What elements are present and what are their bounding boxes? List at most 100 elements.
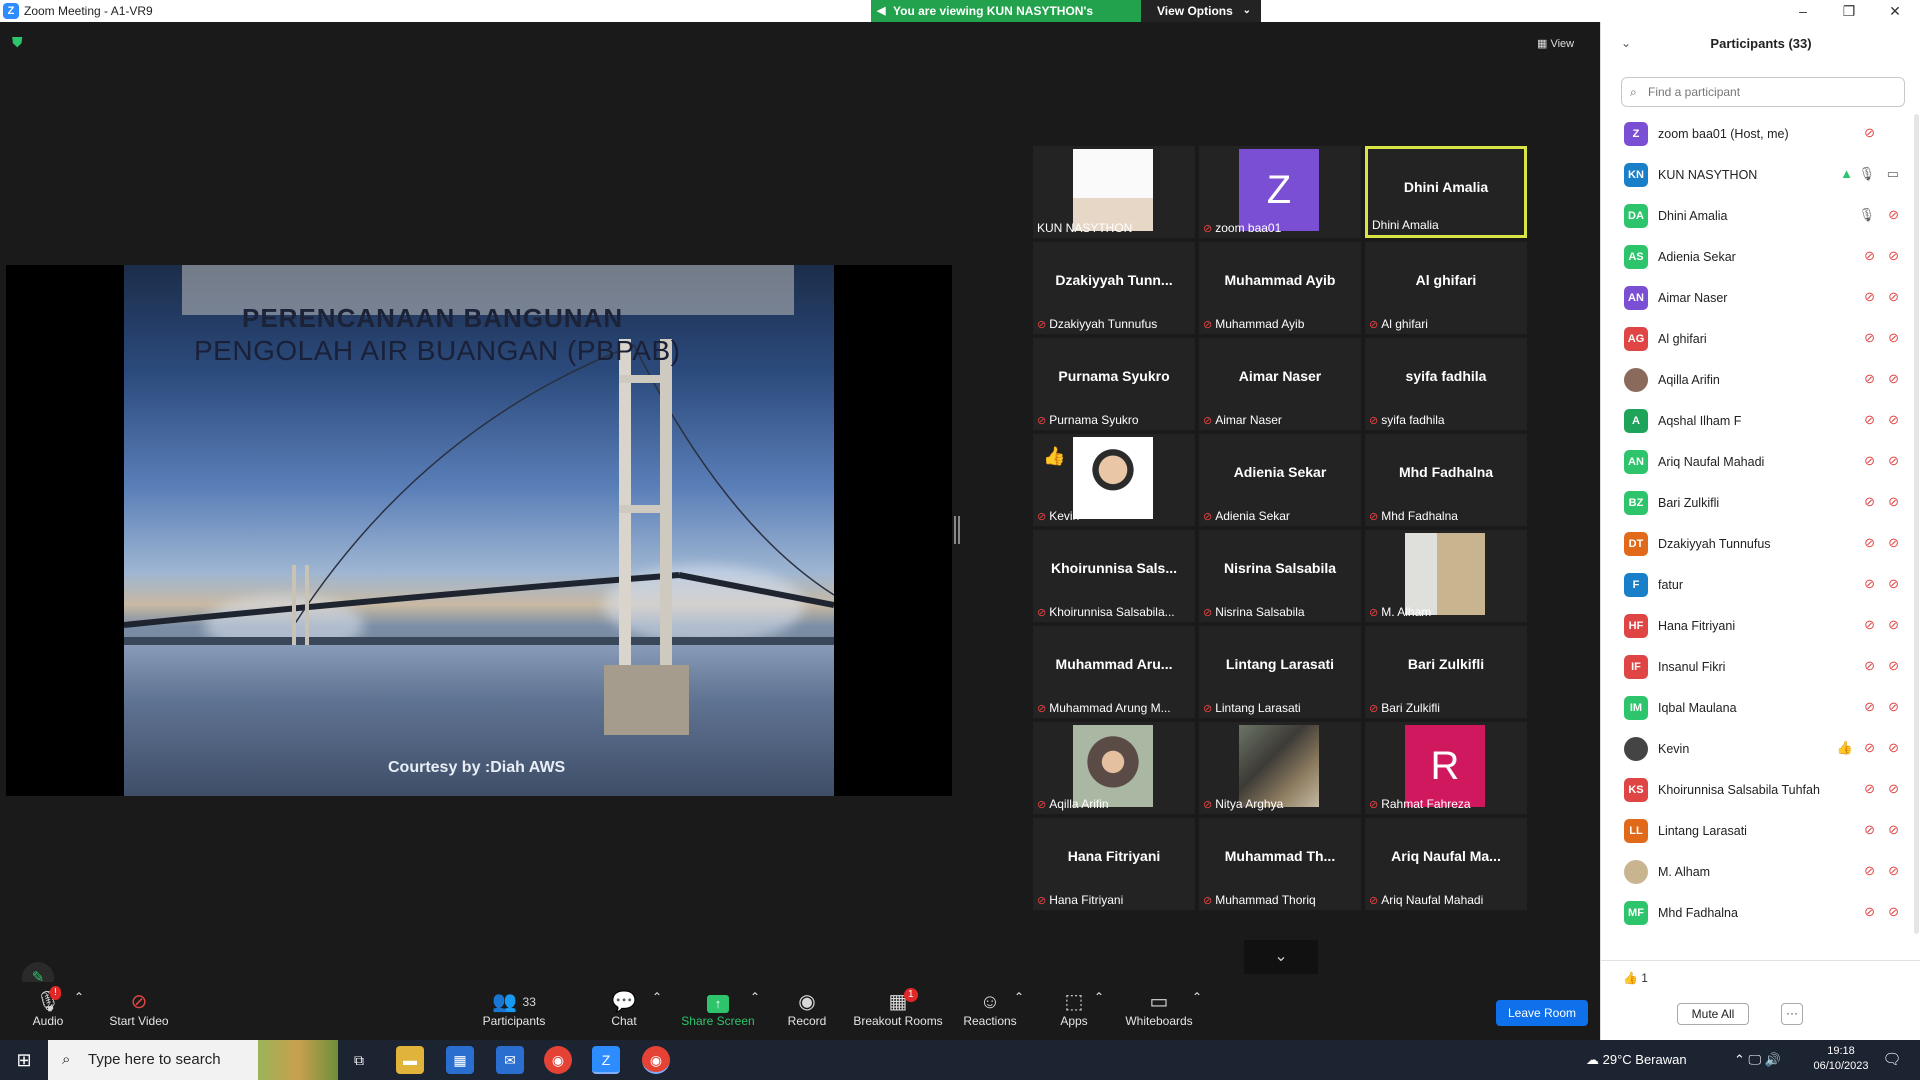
participant-list-item[interactable]: IF Insanul Fikri ⊘ ⊘ <box>1601 647 1920 688</box>
mic-muted-icon[interactable]: ⊘ <box>1864 658 1875 674</box>
view-options-button[interactable]: View Options ⌄ <box>1141 0 1261 22</box>
participant-tile[interactable]: ⊘ M. Alham <box>1365 530 1527 622</box>
participant-tile[interactable]: Muhammad Aru... ⊘ Muhammad Arung M... <box>1033 626 1195 718</box>
mic-muted-icon[interactable]: ⊘ <box>1864 576 1875 592</box>
breakout-rooms-button[interactable]: ▦ 1 Breakout Rooms <box>852 988 944 1028</box>
participant-list-item[interactable]: KN KUN NASYTHON ▲ 🎙 ▭ <box>1601 155 1920 196</box>
participant-tile[interactable]: Hana Fitriyani ⊘ Hana Fitriyani <box>1033 818 1195 910</box>
chat-options-caret[interactable]: ⌃ <box>652 990 662 1004</box>
reactions-button[interactable]: ☺ Reactions <box>960 990 1020 1028</box>
share-screen-button[interactable]: ↑ Share Screen <box>680 990 756 1028</box>
microsoft-store-icon[interactable]: ▦ <box>446 1046 474 1074</box>
participant-list-item[interactable]: Zzoom baa01 (Host, me) ⊘ <box>1601 114 1920 155</box>
video-off-icon[interactable]: ⊘ <box>1888 453 1899 469</box>
participant-tile[interactable]: Z ⊘ zoom baa01 <box>1199 146 1361 238</box>
participant-tile[interactable]: Al ghifari ⊘ Al ghifari <box>1365 242 1527 334</box>
microphone-icon[interactable]: 🎙 <box>1858 166 1875 182</box>
video-off-icon[interactable]: ⊘ <box>1888 822 1899 838</box>
participant-list-item[interactable]: HF Hana Fitriyani ⊘ ⊘ <box>1601 606 1920 647</box>
video-off-icon[interactable]: ⊘ <box>1888 535 1899 551</box>
participant-tile[interactable]: ⊘ Aqilla Arifin <box>1033 722 1195 814</box>
participant-list-item[interactable]: BZ Bari Zulkifli ⊘ ⊘ <box>1601 483 1920 524</box>
participant-tile[interactable]: Lintang Larasati ⊘ Lintang Larasati <box>1199 626 1361 718</box>
mic-muted-icon[interactable]: ⊘ <box>1864 412 1875 428</box>
video-off-icon[interactable]: ⊘ <box>1888 289 1899 305</box>
participant-tile[interactable]: Dzakiyyah Tunn... ⊘ Dzakiyyah Tunnufus <box>1033 242 1195 334</box>
video-off-icon[interactable]: ⊘ <box>1888 248 1899 264</box>
video-off-icon[interactable]: ⊘ <box>1888 781 1899 797</box>
mic-muted-icon[interactable]: ⊘ <box>1864 904 1875 920</box>
video-off-icon[interactable]: ⊘ <box>1888 576 1899 592</box>
participants-button[interactable]: 👥 33 Participants <box>478 990 550 1028</box>
participant-tile[interactable]: Mhd Fadhalna ⊘ Mhd Fadhalna <box>1365 434 1527 526</box>
video-off-icon[interactable]: ⊘ <box>1888 904 1899 920</box>
mic-muted-icon[interactable]: ⊘ <box>1864 863 1875 879</box>
participant-list-item[interactable]: MF Mhd Fadhalna ⊘ ⊘ <box>1601 893 1920 934</box>
more-options-button[interactable]: ··· <box>1781 1003 1803 1025</box>
participant-list-item[interactable]: DT Dzakiyyah Tunnufus ⊘ ⊘ <box>1601 524 1920 565</box>
chrome-profile-icon[interactable]: ◉ <box>642 1046 670 1074</box>
taskbar-search-input[interactable]: ⌕ Type here to search <box>48 1040 338 1080</box>
audio-button[interactable]: 🎙! Audio <box>28 986 68 1028</box>
participant-tile[interactable]: Ariq Naufal Ma... ⊘ Ariq Naufal Mahadi <box>1365 818 1527 910</box>
video-off-icon[interactable]: ⊘ <box>1888 330 1899 346</box>
mute-all-button[interactable]: Mute All <box>1677 1003 1749 1025</box>
zoom-taskbar-icon[interactable]: Z <box>592 1046 620 1074</box>
participant-list-item[interactable]: KS Khoirunnisa Salsabila Tuhfah ⊘ ⊘ <box>1601 770 1920 811</box>
participant-tile[interactable]: ⊘ Nitya Arghya <box>1199 722 1361 814</box>
video-off-icon[interactable]: ⊘ <box>1888 412 1899 428</box>
participant-tile[interactable]: Dhini Amalia Dhini Amalia <box>1365 146 1527 238</box>
microphone-icon[interactable]: 🎙 <box>1858 207 1875 223</box>
mic-muted-icon[interactable]: ⊘ <box>1864 535 1875 551</box>
video-off-icon[interactable]: ⊘ <box>1888 658 1899 674</box>
record-button[interactable]: ◉ Record <box>782 990 832 1028</box>
participant-tile[interactable]: Bari Zulkifli ⊘ Bari Zulkifli <box>1365 626 1527 718</box>
participant-list-item[interactable]: AN Aimar Naser ⊘ ⊘ <box>1601 278 1920 319</box>
start-video-button[interactable]: ⊘ Start Video <box>104 990 174 1028</box>
video-off-icon[interactable]: ⊘ <box>1888 699 1899 715</box>
mic-muted-icon[interactable]: ⊘ <box>1864 494 1875 510</box>
apps-button[interactable]: ⬚ Apps <box>1054 990 1094 1028</box>
minimize-button[interactable]: – <box>1780 0 1826 22</box>
participant-list-scrollbar[interactable] <box>1914 114 1919 934</box>
participant-tile[interactable]: R ⊘ Rahmat Fahreza <box>1365 722 1527 814</box>
participant-list-item[interactable]: Ffatur ⊘ ⊘ <box>1601 565 1920 606</box>
whiteboards-button[interactable]: ▭ Whiteboards <box>1124 990 1194 1028</box>
mic-muted-icon[interactable]: ⊘ <box>1864 822 1875 838</box>
participant-list-item[interactable]: Aqilla Arifin ⊘ ⊘ <box>1601 360 1920 401</box>
participant-list-item[interactable]: DA Dhini Amalia 🎙 ⊘ <box>1601 196 1920 237</box>
mic-muted-icon[interactable]: ⊘ <box>1864 781 1875 797</box>
video-off-icon[interactable]: ⊘ <box>1888 740 1899 756</box>
weather-widget[interactable]: ☁ 29°C Berawan <box>1586 1052 1687 1068</box>
participant-tile[interactable]: Khoirunnisa Sals... ⊘ Khoirunnisa Salsabil… <box>1033 530 1195 622</box>
split-resize-handle[interactable] <box>954 516 960 544</box>
participant-tile[interactable]: Nisrina Salsabila ⊘ Nisrina Salsabila <box>1199 530 1361 622</box>
participant-tile[interactable]: 👍 ⊘ Kevin <box>1033 434 1195 526</box>
participant-tile[interactable]: Aimar Naser ⊘ Aimar Naser <box>1199 338 1361 430</box>
participant-list-item[interactable]: A Aqshal Ilham F ⊘ ⊘ <box>1601 401 1920 442</box>
windows-start-icon[interactable]: ⊞ <box>0 1040 48 1080</box>
video-off-icon[interactable]: ⊘ <box>1888 371 1899 387</box>
security-shield-icon[interactable]: ⛊ <box>12 34 28 50</box>
participant-tile[interactable]: syifa fadhila ⊘ syifa fadhila <box>1365 338 1527 430</box>
whiteboards-options-caret[interactable]: ⌃ <box>1192 990 1202 1004</box>
chrome-icon[interactable]: ◉ <box>544 1046 572 1074</box>
video-off-icon[interactable]: ⊘ <box>1888 494 1899 510</box>
audio-options-caret[interactable]: ⌃ <box>74 990 84 1004</box>
notification-icon[interactable]: 🗨 <box>1880 1050 1904 1068</box>
participant-list-item[interactable]: LL Lintang Larasati ⊘ ⊘ <box>1601 811 1920 852</box>
gallery-scroll-down-button[interactable]: ⌄ <box>1244 940 1318 974</box>
system-tray[interactable]: ⌃ 🖵 🔊 <box>1734 1052 1781 1068</box>
chat-button[interactable]: 💬 Chat <box>604 990 644 1028</box>
mic-muted-icon[interactable]: ⊘ <box>1864 371 1875 387</box>
video-icon[interactable]: ▭ <box>1887 166 1899 182</box>
file-explorer-icon[interactable]: ▬ <box>396 1046 424 1074</box>
mic-muted-icon[interactable]: ⊘ <box>1864 248 1875 264</box>
mic-muted-icon[interactable]: ⊘ <box>1864 125 1875 141</box>
participant-search-input[interactable]: ⌕ Find a participant <box>1621 77 1905 107</box>
participant-list-item[interactable]: Kevin 👍 ⊘ ⊘ <box>1601 729 1920 770</box>
participant-list-item[interactable]: AN Ariq Naufal Mahadi ⊘ ⊘ <box>1601 442 1920 483</box>
participant-tile[interactable]: Muhammad Ayib ⊘ Muhammad Ayib <box>1199 242 1361 334</box>
maximize-button[interactable]: ❐ <box>1826 0 1872 22</box>
leave-room-button[interactable]: Leave Room <box>1496 1000 1588 1026</box>
